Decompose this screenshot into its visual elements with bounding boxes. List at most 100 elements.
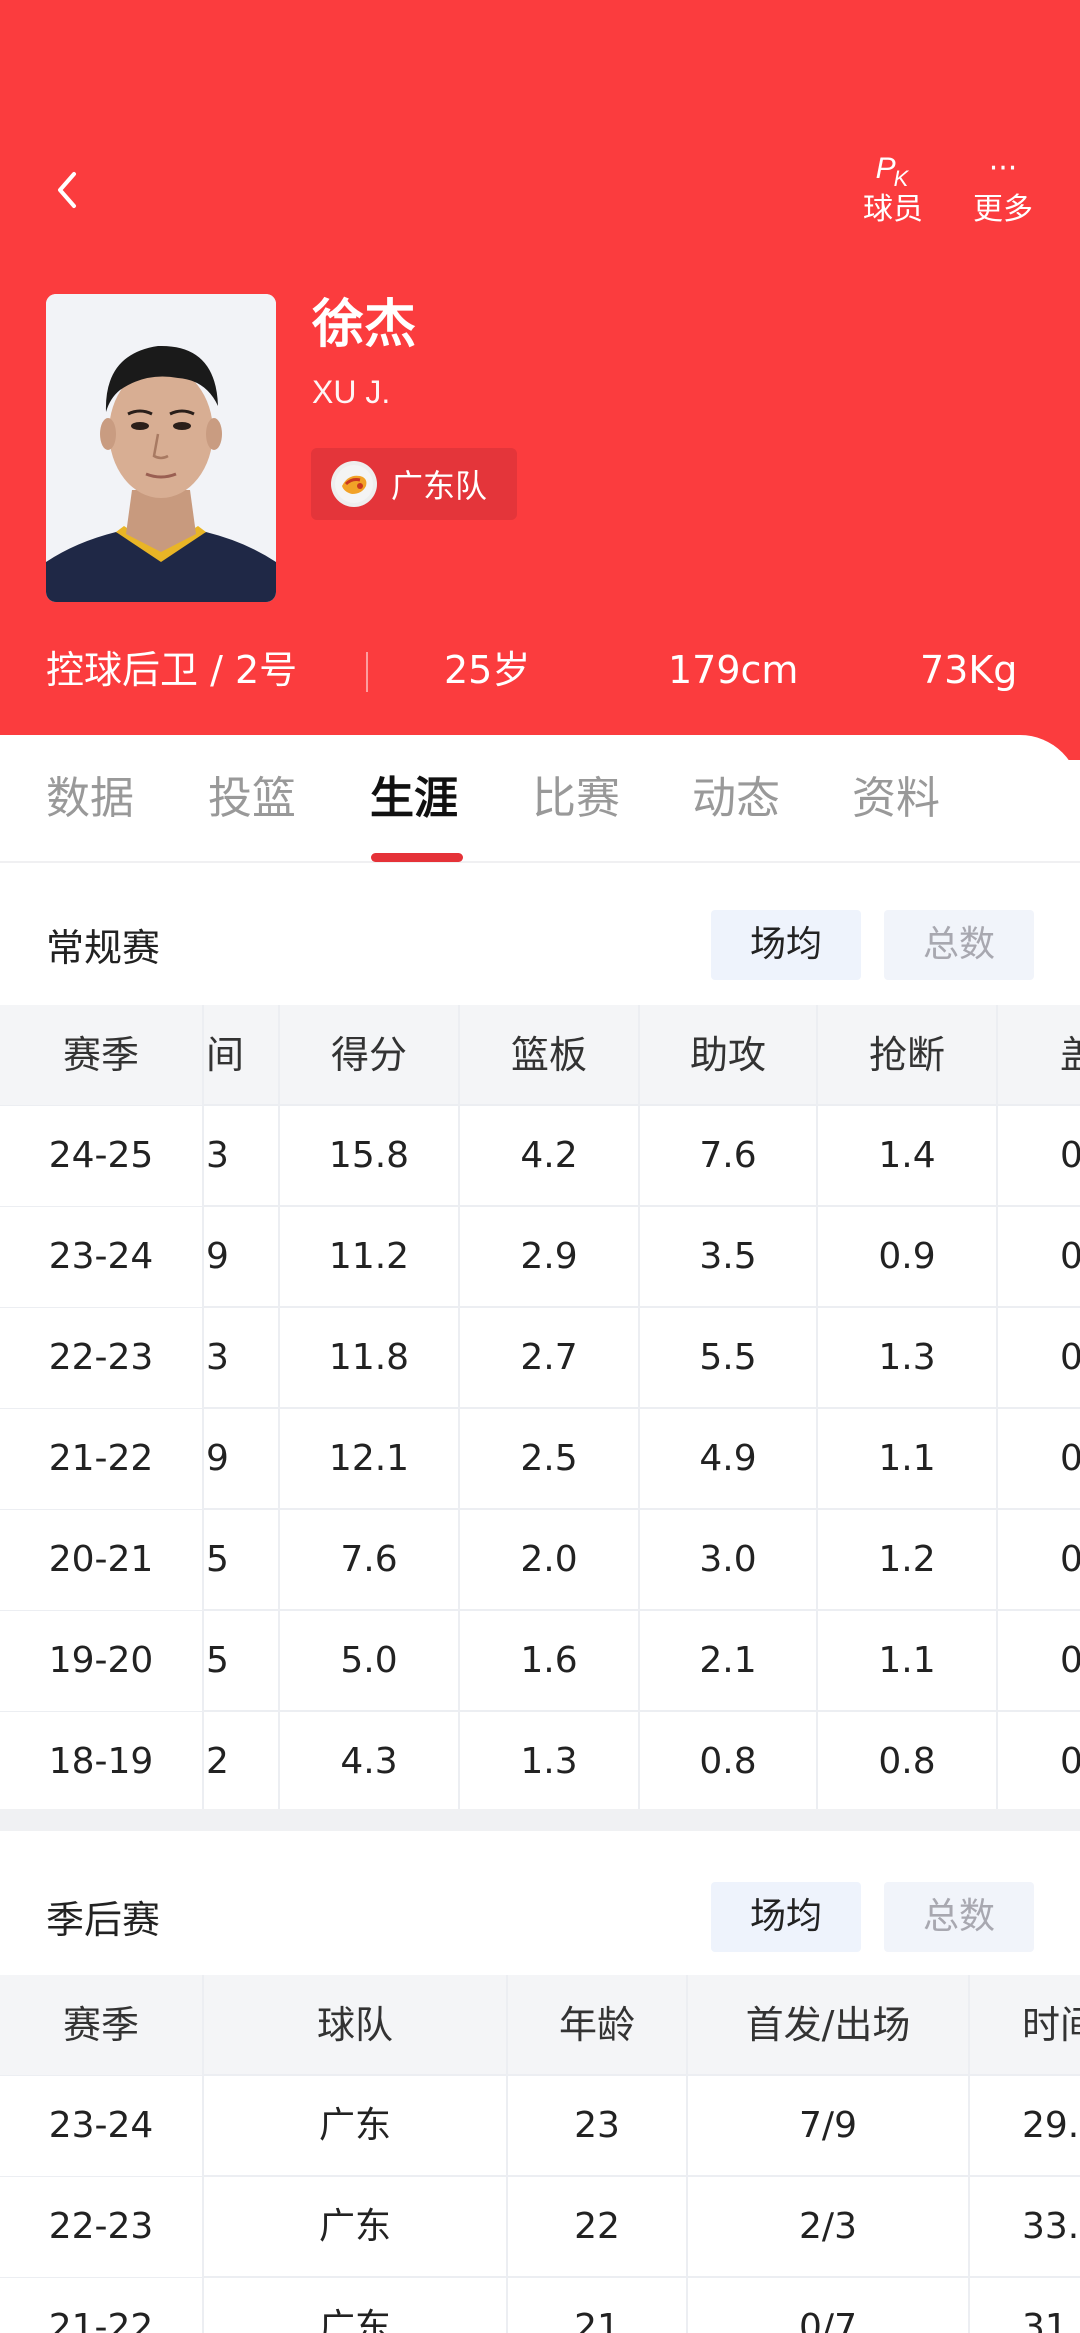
regular-totals-toggle[interactable]: 总数 — [884, 910, 1034, 980]
regular-row[interactable]: 911.22.93.50.90 23-24 — [0, 1207, 1080, 1308]
regular-row[interactable]: 55.01.62.11.10 19-20 — [0, 1611, 1080, 1712]
team-chip[interactable]: 广东队 — [311, 448, 517, 520]
more-dots-icon: ··· — [988, 151, 1018, 186]
section-gap — [0, 1809, 1080, 1831]
playoffs-cell: 21 — [508, 2278, 688, 2333]
regular-cell: 0 — [998, 1106, 1080, 1206]
regular-cell: 1.3 — [460, 1712, 640, 1812]
regular-cell: 0.8 — [640, 1712, 818, 1812]
regular-row[interactable]: 912.12.54.91.10 21-22 — [0, 1409, 1080, 1510]
playoffs-cell: 2/3 — [688, 2177, 970, 2277]
regular-cell: 2.0 — [460, 1510, 640, 1610]
player-height: 179cm — [668, 648, 799, 692]
regular-header-cell: 赛季 — [0, 1005, 204, 1105]
regular-cell: 11.2 — [280, 1207, 460, 1307]
regular-cell: 5 — [196, 1510, 280, 1610]
regular-cell: 18-19 — [0, 1712, 204, 1812]
playoffs-cell: 0/7 — [688, 2278, 970, 2333]
regular-row[interactable]: 315.84.27.61.40 24-25 — [0, 1106, 1080, 1207]
regular-cell: 5.0 — [280, 1611, 460, 1711]
playoffs-cell: 22 — [508, 2177, 688, 2277]
regular-cell: 3 — [196, 1106, 280, 1206]
regular-cell: 2.9 — [460, 1207, 640, 1307]
player-header: PK 球员 ··· 更多 徐杰 XU J. 广东队 控球后卫 / 2号 25岁 … — [0, 0, 1080, 760]
regular-cell: 0 — [998, 1308, 1080, 1408]
regular-header-cell: 盖 — [998, 1005, 1080, 1105]
player-photo — [46, 294, 276, 602]
regular-header-cell: 得分 — [280, 1005, 460, 1105]
regular-cell: 2.5 — [460, 1409, 640, 1509]
regular-cell: 2.1 — [640, 1611, 818, 1711]
regular-cell: 0 — [998, 1510, 1080, 1610]
playoffs-title: 季后赛 — [46, 1898, 161, 1942]
player-info-row: 控球后卫 / 2号 25岁 179cm 73Kg — [0, 640, 1080, 700]
playoffs-header-cell: 球队 — [204, 1975, 508, 2075]
regular-cell: 3 — [196, 1308, 280, 1408]
playoffs-cell: 33.3 — [970, 2177, 1080, 2277]
regular-cell: 12.1 — [280, 1409, 460, 1509]
regular-cell: 2.7 — [460, 1308, 640, 1408]
regular-cell: 23-24 — [0, 1207, 204, 1307]
regular-cell: 24-25 — [0, 1106, 204, 1206]
regular-season-table[interactable]: 间得分篮板助攻抢断盖赛季315.84.27.61.4024-25911.22.9… — [0, 1005, 1080, 2015]
regular-cell: 21-22 — [0, 1409, 204, 1509]
tab-games[interactable]: 比赛 — [532, 769, 620, 829]
playoffs-per-game-toggle[interactable]: 场均 — [711, 1882, 861, 1952]
playoffs-header-row: 球队年龄首发/出场时间 赛季 — [0, 1975, 1080, 2076]
playoffs-cell: 22-23 — [0, 2177, 204, 2277]
tab-career[interactable]: 生涯 — [370, 769, 458, 829]
team-logo-icon — [331, 461, 377, 507]
playoffs-cell: 23 — [508, 2076, 688, 2176]
playoffs-row[interactable]: 广东237/929.0 23-24 — [0, 2076, 1080, 2177]
regular-cell: 0.9 — [818, 1207, 998, 1307]
regular-cell: 3.0 — [640, 1510, 818, 1610]
regular-cell: 1.1 — [818, 1611, 998, 1711]
regular-header-cell: 抢断 — [818, 1005, 998, 1105]
playoffs-row[interactable]: 广东222/333.3 22-23 — [0, 2177, 1080, 2278]
tab-news[interactable]: 动态 — [692, 769, 780, 829]
regular-cell: 1.4 — [818, 1106, 998, 1206]
regular-cell: 0 — [998, 1409, 1080, 1509]
regular-header-cell: 间 — [196, 1005, 280, 1105]
player-weight: 73Kg — [920, 648, 1018, 692]
regular-cell: 0.8 — [818, 1712, 998, 1812]
regular-cell: 0 — [998, 1207, 1080, 1307]
playoffs-cell: 21-22 — [0, 2278, 204, 2333]
regular-cell: 9 — [196, 1409, 280, 1509]
regular-cell: 1.3 — [818, 1308, 998, 1408]
playoffs-cell: 23-24 — [0, 2076, 204, 2176]
player-position: 控球后卫 / 2号 — [46, 648, 298, 692]
regular-row[interactable]: 311.82.75.51.30 22-23 — [0, 1308, 1080, 1409]
playoffs-header-cell: 首发/出场 — [688, 1975, 970, 2075]
playoffs-cell: 广东 — [204, 2076, 508, 2176]
regular-cell: 2 — [196, 1712, 280, 1812]
regular-cell: 4.3 — [280, 1712, 460, 1812]
regular-row[interactable]: 24.31.30.80.8018-19 — [0, 1712, 1080, 1813]
tab-profile[interactable]: 资料 — [852, 769, 940, 829]
tab-shooting[interactable]: 投篮 — [208, 769, 296, 829]
regular-cell: 5.5 — [640, 1308, 818, 1408]
playoffs-header-cell: 时间 — [970, 1975, 1080, 2075]
more-button[interactable]: ··· 更多 — [958, 148, 1048, 230]
regular-header-cell: 助攻 — [640, 1005, 818, 1105]
more-label: 更多 — [973, 192, 1033, 227]
regular-cell: 0 — [998, 1712, 1080, 1812]
regular-cell: 3.5 — [640, 1207, 818, 1307]
regular-cell: 1.6 — [460, 1611, 640, 1711]
regular-cell: 11.8 — [280, 1308, 460, 1408]
player-name-cn: 徐杰 — [312, 295, 417, 355]
back-arrow-icon[interactable] — [50, 168, 86, 212]
tab-data[interactable]: 数据 — [46, 769, 134, 829]
regular-cell: 4.9 — [640, 1409, 818, 1509]
regular-cell: 19-20 — [0, 1611, 204, 1711]
regular-row[interactable]: 57.62.03.01.20 20-21 — [0, 1510, 1080, 1611]
info-divider — [366, 652, 368, 692]
regular-per-game-toggle[interactable]: 场均 — [711, 910, 861, 980]
playoffs-header-cell: 年龄 — [508, 1975, 688, 2075]
player-pk-button[interactable]: PK 球员 — [848, 148, 938, 230]
player-name-en: XU J. — [312, 374, 391, 410]
playoffs-row[interactable]: 广东210/731.6 21-22 — [0, 2278, 1080, 2333]
playoffs-totals-toggle[interactable]: 总数 — [884, 1882, 1034, 1952]
playoffs-cell: 29.0 — [970, 2076, 1080, 2176]
playoffs-table[interactable]: 球队年龄首发/出场时间赛季广东237/929.023-24广东222/333.3… — [0, 1975, 1080, 2333]
